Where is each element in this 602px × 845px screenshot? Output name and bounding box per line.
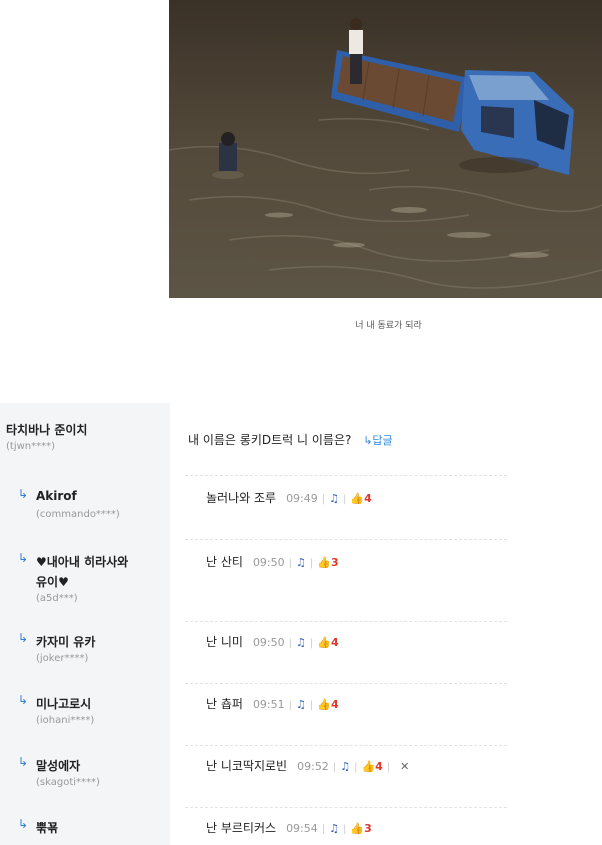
like-count: 4 <box>364 492 372 505</box>
reply-user-id: (iohani****) <box>36 715 95 726</box>
divider <box>185 745 507 746</box>
comment-author[interactable]: 타치바나 준이치 <box>6 421 87 438</box>
thumbs-up-icon: 👍 <box>361 760 376 773</box>
reply-time: 09:49 <box>286 492 318 505</box>
thumbs-up-icon: 👍 <box>317 698 331 711</box>
reply-content: 난 춉퍼 09:51 | ♫ | 👍4 <box>206 695 339 712</box>
reply-user-id: (commando****) <box>36 509 120 520</box>
report-bell-icon[interactable]: ♫ <box>329 492 339 505</box>
report-bell-icon[interactable]: ♫ <box>296 556 306 569</box>
separator: | <box>288 700 293 711</box>
reply-author[interactable]: 카자미 유카 <box>36 633 95 650</box>
thumbs-up-icon: 👍 <box>350 492 365 505</box>
thumbs-up-icon: 👍 <box>317 636 331 649</box>
thumbs-up-icon: 👍 <box>350 822 365 835</box>
report-bell-icon[interactable]: ♫ <box>340 760 350 773</box>
reply-content: 난 니코딱지로빈 09:52 | ♫ | 👍4 | ✕ <box>206 757 409 774</box>
reply-author[interactable]: ♥내아내 히라사와 <box>36 553 128 570</box>
reply-content: 난 부르티커스 09:54 | ♫ | 👍3 <box>206 819 372 836</box>
reply-text: 난 부르티커스 <box>206 821 277 835</box>
reply-content: 난 니미 09:50 | ♫ | 👍4 <box>206 633 339 650</box>
separator: | <box>343 494 347 505</box>
reply-content: 난 산티 09:50 | ♫ | 👍3 <box>206 553 339 570</box>
like-count: 3 <box>364 822 372 835</box>
reply-user-id: (skagoti****) <box>36 777 100 788</box>
like-button[interactable]: 👍4 <box>317 698 338 711</box>
reply-user-id: (a5d***) <box>36 593 78 604</box>
like-count: 3 <box>330 556 339 569</box>
like-button[interactable]: 👍4 <box>317 636 338 649</box>
reply-arrow-icon: ↳ <box>18 817 29 831</box>
reply-text: 난 산티 <box>206 555 243 569</box>
reply-label: 답글 <box>372 434 393 447</box>
separator: | <box>321 824 326 835</box>
thumbs-up-icon: 👍 <box>317 556 331 569</box>
divider <box>185 621 507 622</box>
reply-text: 난 춉퍼 <box>206 697 243 711</box>
separator: | <box>288 638 293 649</box>
divider <box>185 807 507 808</box>
reply-user-id: (joker****) <box>36 653 89 664</box>
reply-arrow-icon: ↳ <box>18 631 29 645</box>
like-button[interactable]: 👍4 <box>350 492 371 505</box>
comment-user-id: (tjwn****) <box>6 441 56 452</box>
separator: | <box>288 558 293 569</box>
separator: | <box>321 494 326 505</box>
reply-content: 놀러나와 조루 09:49 | ♫ | 👍4 <box>206 489 372 506</box>
reply-author[interactable]: 뿎꾞 <box>36 819 58 836</box>
reply-text: 난 니미 <box>206 635 243 649</box>
reply-time: 09:54 <box>286 822 318 835</box>
comment-section: 타치바나 준이치 (tjwn****) 내 이름은 롱키D트럭 니 이름은? ↳… <box>0 403 602 845</box>
reply-time: 09:51 <box>252 698 285 711</box>
reply-time: 09:52 <box>297 760 329 773</box>
separator: | <box>354 762 358 773</box>
reply-author[interactable]: 말성에자 <box>36 757 80 774</box>
like-button[interactable]: 👍3 <box>350 822 371 835</box>
reply-time: 09:50 <box>252 636 285 649</box>
report-bell-icon[interactable]: ♫ <box>329 822 339 835</box>
photo-caption: 너 내 동료가 되라 <box>355 321 422 331</box>
reply-text: 난 니코딱지로빈 <box>206 759 288 773</box>
reply-arrow-icon: ↳ <box>18 693 29 707</box>
like-count: 4 <box>330 698 339 711</box>
divider <box>185 683 507 684</box>
separator: | <box>309 638 314 649</box>
reply-arrow-icon: ↳ <box>18 551 29 565</box>
like-count: 4 <box>330 636 339 649</box>
divider <box>185 539 507 540</box>
comment-text: 내 이름은 롱키D트럭 니 이름은? ↳답글 <box>188 431 393 448</box>
like-count: 4 <box>375 760 383 773</box>
reply-button[interactable]: ↳답글 <box>363 434 392 447</box>
comment-text-body: 내 이름은 롱키D트럭 니 이름은? <box>188 433 352 447</box>
like-button[interactable]: 👍4 <box>361 760 382 773</box>
delete-icon[interactable]: ✕ <box>400 760 409 773</box>
reply-author[interactable]: Akirof <box>36 489 77 503</box>
reply-text: 놀러나와 조루 <box>206 491 277 505</box>
reply-arrow-icon: ↳ <box>18 487 29 501</box>
reply-time: 09:50 <box>252 556 285 569</box>
flood-photo <box>169 0 602 298</box>
separator: | <box>343 824 347 835</box>
report-bell-icon[interactable]: ♫ <box>296 636 306 649</box>
separator: | <box>309 558 314 569</box>
like-button[interactable]: 👍3 <box>317 556 338 569</box>
report-bell-icon[interactable]: ♫ <box>296 698 306 711</box>
reply-author[interactable]: 미나고로시 <box>36 695 91 712</box>
reply-author-line2[interactable]: 유이♥ <box>36 573 69 590</box>
divider <box>185 475 507 476</box>
separator: | <box>309 700 314 711</box>
separator: | <box>332 762 337 773</box>
separator: | <box>386 762 391 773</box>
reply-arrow-icon: ↳ <box>18 755 29 769</box>
